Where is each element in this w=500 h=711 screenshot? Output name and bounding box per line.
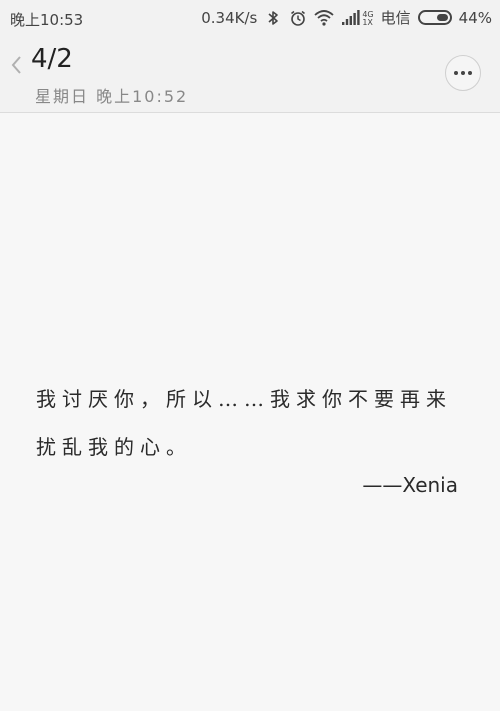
- note-signature: ——Xenia: [362, 473, 458, 497]
- signal-icon: [342, 9, 360, 25]
- note-detail-screen: 晚上10:53 0.34K/s 4G 1X 电信 44% 4/2 星期日 晚上1…: [0, 0, 500, 711]
- more-button[interactable]: [445, 55, 481, 91]
- alarm-icon: [291, 10, 306, 26]
- network-type: 4G 1X: [362, 10, 373, 27]
- network-type-bottom: 1X: [362, 17, 373, 27]
- bluetooth-icon: [268, 10, 279, 25]
- page-title: 4/2: [31, 44, 73, 74]
- battery-percent: 44%: [458, 8, 492, 27]
- wifi-icon: [314, 9, 334, 26]
- network-speed: 0.34K/s: [201, 8, 258, 27]
- battery-icon: [417, 10, 452, 25]
- carrier-name: 电信: [380, 9, 411, 27]
- note-header: 4/2 星期日 晚上10:52: [0, 36, 500, 113]
- status-indicators: 0.34K/s 4G 1X 电信 44%: [201, 7, 492, 28]
- more-dot: [468, 71, 472, 75]
- status-time: 晚上10:53: [10, 11, 84, 29]
- note-timestamp: 星期日 晚上10:52: [35, 87, 189, 106]
- status-bar: 晚上10:53 0.34K/s 4G 1X 电信 44%: [0, 0, 500, 36]
- more-dots-icon: [454, 71, 458, 75]
- note-text: 我讨厌你，所以……我求你不要再来扰乱我的心。: [36, 387, 452, 459]
- cellular-signal: 4G 1X: [341, 9, 374, 27]
- note-body[interactable]: 我讨厌你，所以……我求你不要再来扰乱我的心。 ——Xenia: [0, 113, 500, 711]
- chevron-left-icon[interactable]: [6, 50, 28, 80]
- battery-fill: [436, 14, 448, 21]
- more-dot: [461, 71, 465, 75]
